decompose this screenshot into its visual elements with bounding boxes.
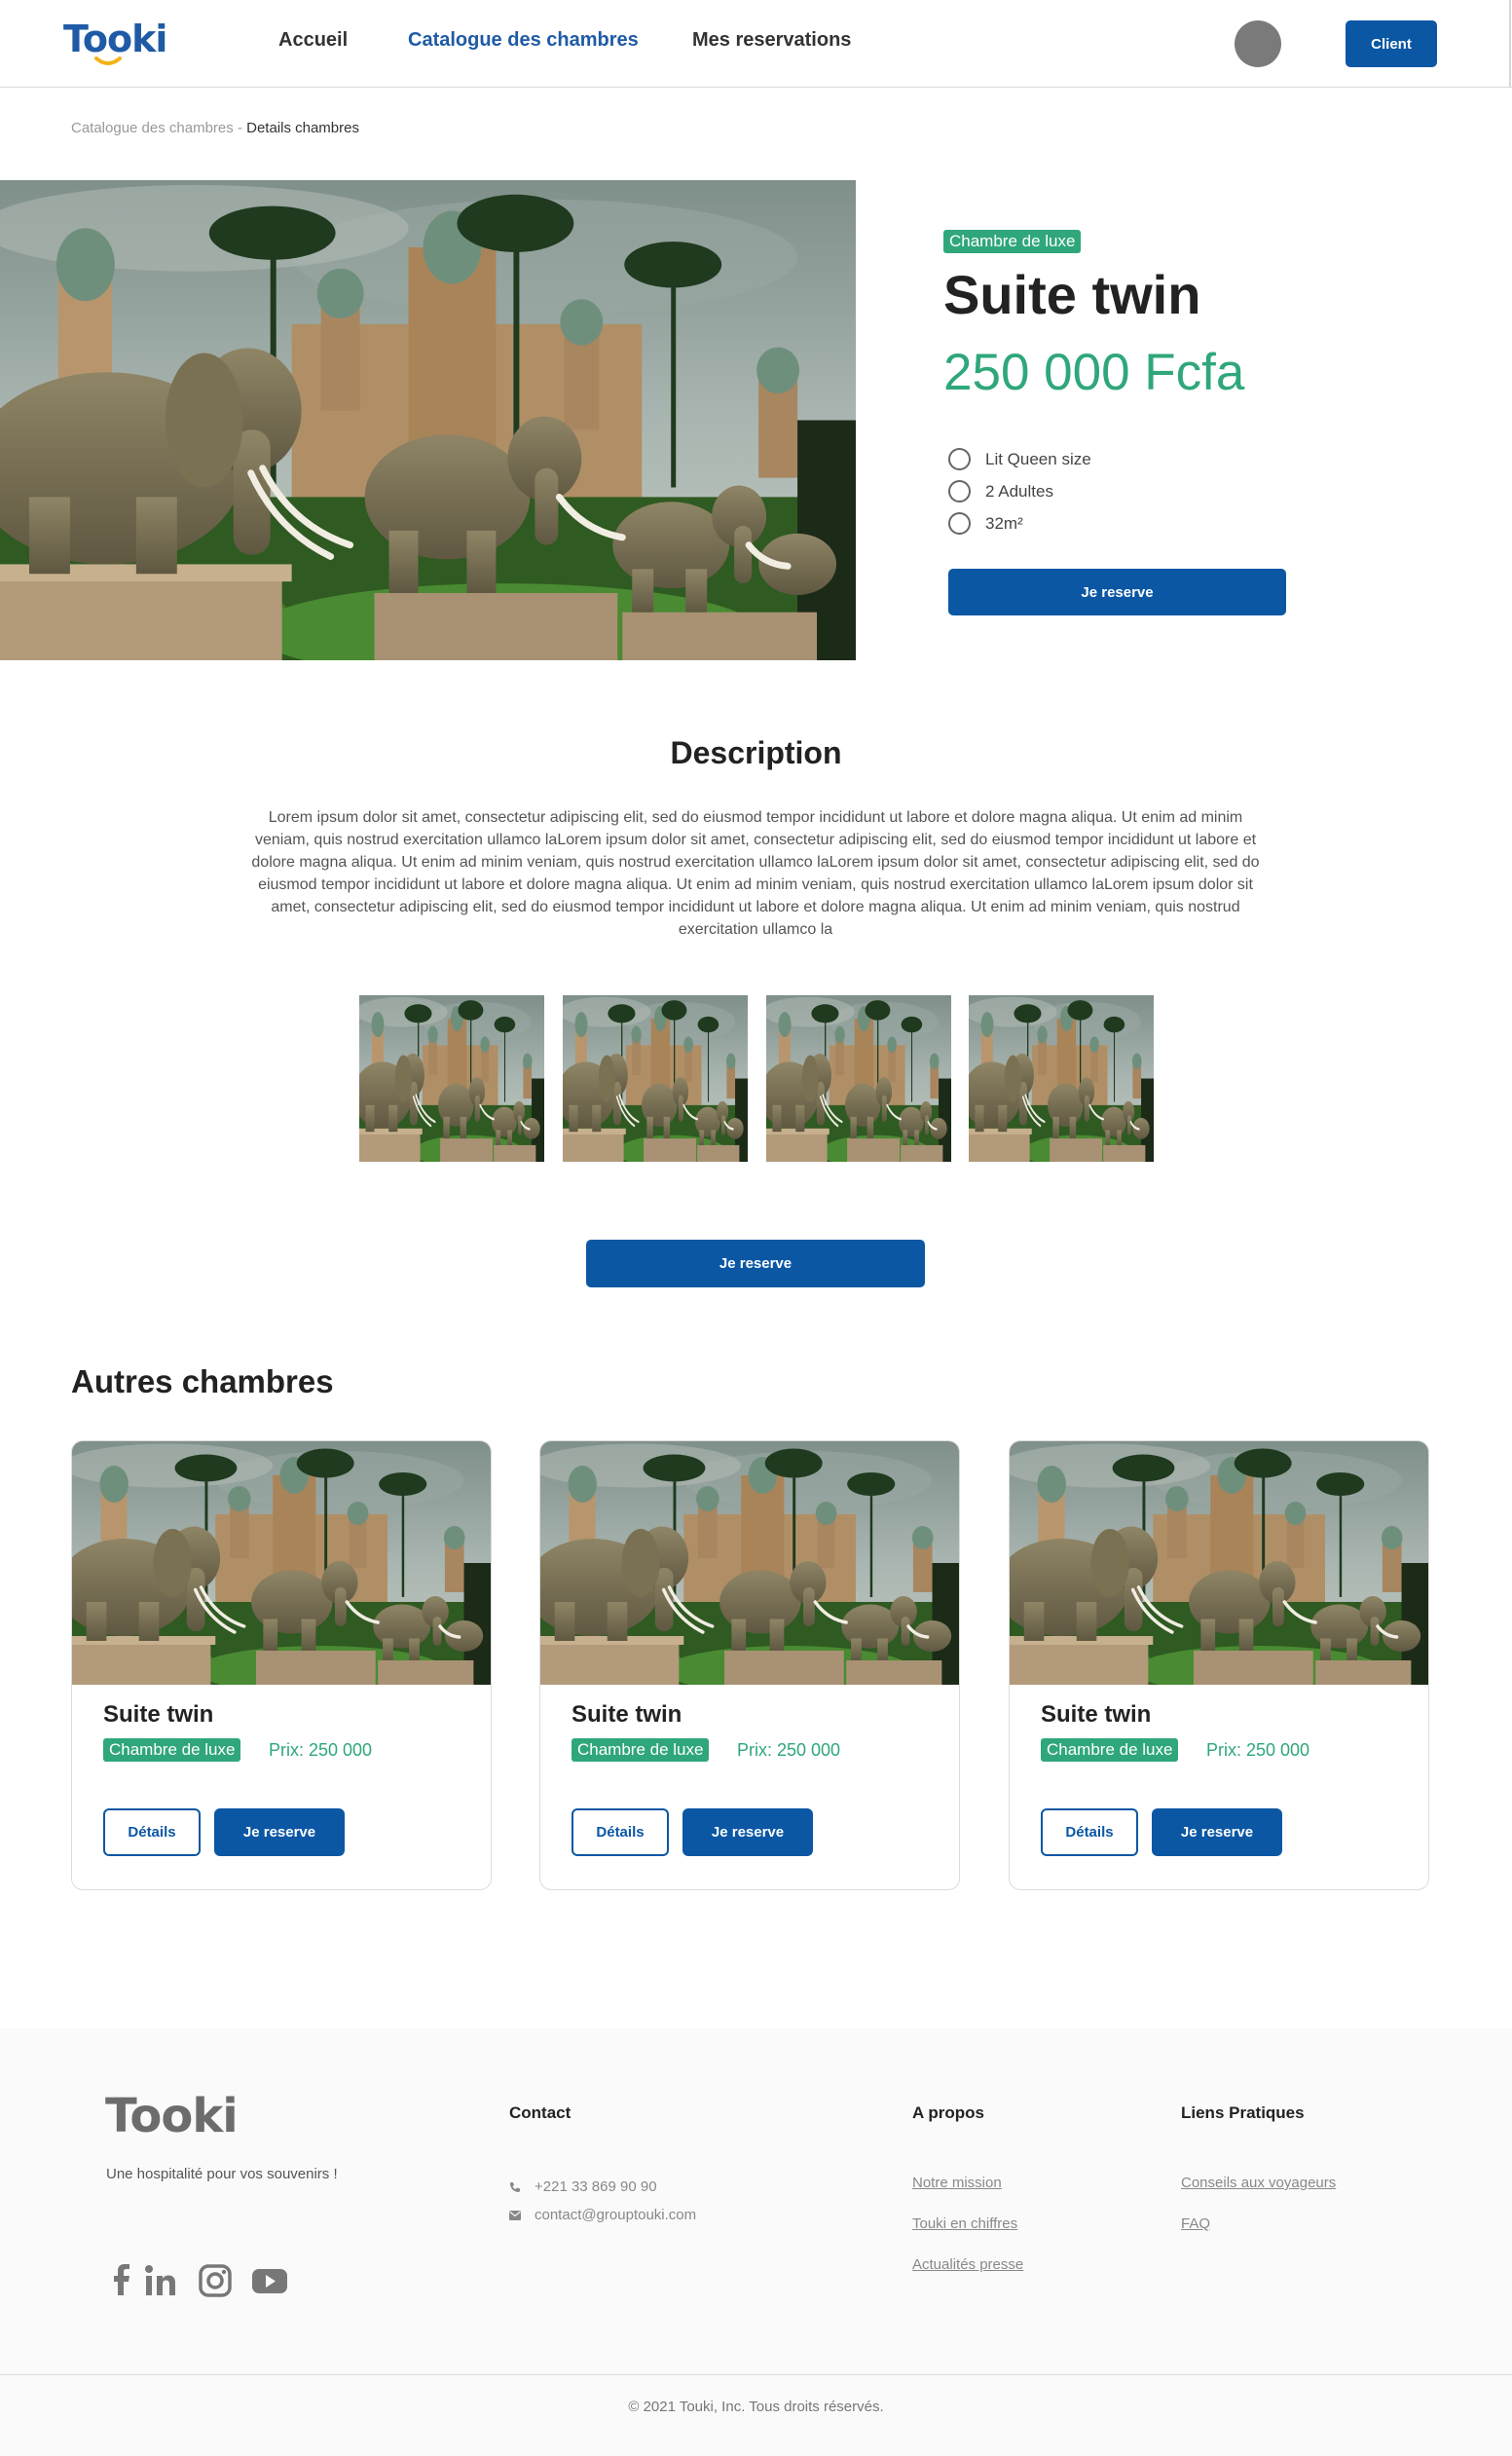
- room-features-list: Lit Queen size 2 Adultes 32m²: [948, 443, 1091, 540]
- breadcrumb: Catalogue des chambres - Details chambre…: [71, 120, 359, 136]
- details-button[interactable]: Détails: [103, 1808, 201, 1856]
- details-button[interactable]: Détails: [1041, 1808, 1138, 1856]
- gallery-thumbnail-2[interactable]: [563, 995, 748, 1162]
- linkedin-icon[interactable]: [142, 2262, 179, 2299]
- footer-email[interactable]: contact@grouptouki.com: [509, 2207, 696, 2223]
- room-card-badge: Chambre de luxe: [1041, 1738, 1179, 1762]
- footer-link-conseils[interactable]: Conseils aux voyageurs: [1181, 2175, 1336, 2191]
- other-rooms-title: Autres chambres: [71, 1363, 334, 1399]
- reserve-button-top[interactable]: Je reserve: [948, 569, 1286, 615]
- footer: Tooki Une hospitalité pour vos souvenirs…: [0, 2028, 1512, 2456]
- footer-practical-title: Liens Pratiques: [1181, 2103, 1305, 2122]
- description-text: Lorem ipsum dolor sit amet, consectetur …: [251, 809, 1260, 938]
- room-card-badge: Chambre de luxe: [572, 1738, 710, 1762]
- footer-divider: [0, 2374, 1512, 2375]
- description-title: Description: [670, 735, 842, 770]
- feature-surface: 32m²: [948, 507, 1091, 540]
- card-reserve-button[interactable]: Je reserve: [1152, 1808, 1282, 1856]
- room-title: Suite twin: [943, 264, 1201, 325]
- copyright-text: © 2021 Touki, Inc. Tous droits réservés.: [628, 2399, 884, 2415]
- radio-circle-icon: [948, 480, 971, 502]
- room-card-photo[interactable]: [72, 1441, 491, 1685]
- facebook-icon[interactable]: [103, 2262, 140, 2299]
- room-card-title: Suite twin: [1041, 1701, 1152, 1728]
- footer-about-title: A propos: [912, 2103, 984, 2122]
- footer-link-mission[interactable]: Notre mission: [912, 2175, 1002, 2191]
- gallery-thumbnail-1[interactable]: [359, 995, 544, 1162]
- footer-link-presse[interactable]: Actualités presse: [912, 2256, 1023, 2273]
- room-card-price: Prix: 250 000: [737, 1740, 841, 1760]
- radio-circle-icon: [948, 512, 971, 535]
- phone-icon: [510, 2181, 520, 2192]
- room-category-badge: Chambre de luxe: [943, 230, 1082, 253]
- feature-bed: Lit Queen size: [948, 443, 1091, 475]
- breadcrumb-current: Details chambres: [246, 120, 359, 136]
- gallery-thumbnail-3[interactable]: [766, 995, 951, 1162]
- details-button[interactable]: Détails: [572, 1808, 669, 1856]
- breadcrumb-parent[interactable]: Catalogue des chambres: [71, 120, 234, 136]
- reserve-button-middle[interactable]: Je reserve: [586, 1240, 925, 1287]
- footer-tagline: Une hospitalité pour vos souvenirs !: [106, 2166, 338, 2182]
- room-card-price: Prix: 250 000: [269, 1740, 373, 1760]
- room-card-badge: Chambre de luxe: [103, 1738, 241, 1762]
- nav-accueil[interactable]: Accueil: [278, 29, 348, 52]
- room-card-photo[interactable]: [540, 1441, 959, 1685]
- room-card: Suite twin Chambre de luxe Prix: 250 000…: [1009, 1440, 1429, 1890]
- top-navbar: Tooki Accueil Catalogue des chambres Mes…: [0, 0, 1512, 88]
- instagram-icon[interactable]: [197, 2262, 234, 2299]
- email-icon: [509, 2210, 521, 2220]
- breadcrumb-separator: -: [233, 120, 247, 136]
- room-card: Suite twin Chambre de luxe Prix: 250 000…: [539, 1440, 960, 1890]
- client-button[interactable]: Client: [1346, 20, 1437, 67]
- youtube-icon[interactable]: [251, 2262, 288, 2299]
- footer-phone[interactable]: +221 33 869 90 90: [509, 2178, 657, 2195]
- logo-smile-icon: [94, 56, 122, 65]
- room-card-photo[interactable]: [1010, 1441, 1428, 1685]
- footer-logo[interactable]: Tooki: [105, 2089, 239, 2143]
- footer-link-faq[interactable]: FAQ: [1181, 2215, 1210, 2232]
- room-card: Suite twin Chambre de luxe Prix: 250 000…: [71, 1440, 492, 1890]
- footer-link-chiffres[interactable]: Touki en chiffres: [912, 2215, 1017, 2232]
- nav-mes-reservations[interactable]: Mes reservations: [692, 29, 851, 52]
- nav-catalogue[interactable]: Catalogue des chambres: [408, 29, 639, 52]
- card-reserve-button[interactable]: Je reserve: [682, 1808, 813, 1856]
- footer-contact-title: Contact: [509, 2103, 572, 2122]
- radio-circle-icon: [948, 448, 971, 470]
- card-reserve-button[interactable]: Je reserve: [214, 1808, 345, 1856]
- room-price: 250 000 Fcfa: [943, 344, 1245, 401]
- room-card-title: Suite twin: [103, 1701, 214, 1728]
- room-card-title: Suite twin: [572, 1701, 682, 1728]
- avatar[interactable]: [1235, 20, 1281, 67]
- gallery-thumbnail-4[interactable]: [969, 995, 1154, 1162]
- room-card-price: Prix: 250 000: [1206, 1740, 1310, 1760]
- room-main-photo: [0, 180, 856, 660]
- tooki-logo[interactable]: Tooki: [63, 18, 167, 71]
- feature-guests: 2 Adultes: [948, 475, 1091, 507]
- header-edge-divider: [1509, 0, 1511, 88]
